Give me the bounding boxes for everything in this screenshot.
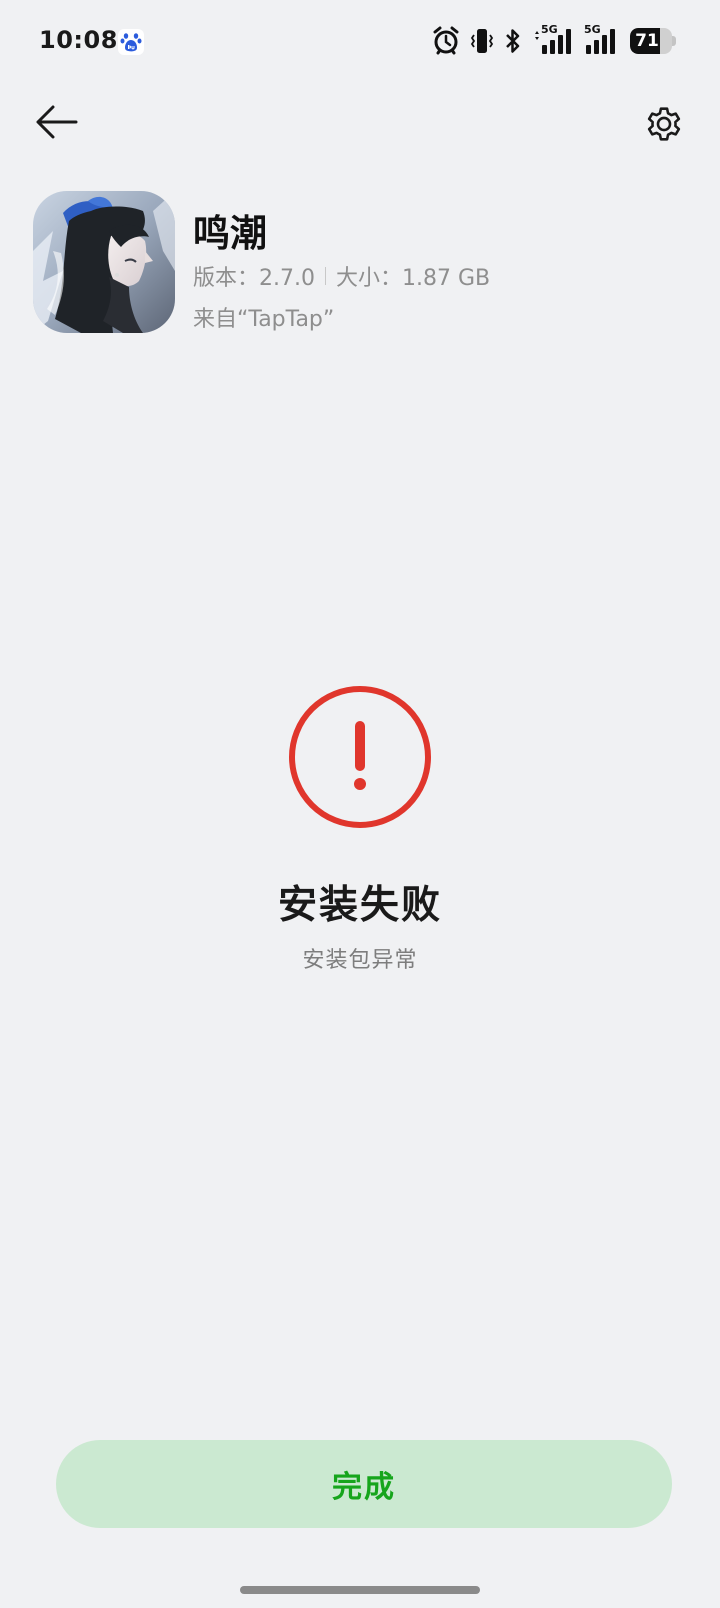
- result-subtitle: 安装包异常: [302, 948, 418, 973]
- network-type-label: 5G: [541, 23, 558, 36]
- battery-level: 71: [635, 31, 659, 51]
- app-size: 大小：1.87 GB: [335, 266, 491, 291]
- settings-button[interactable]: [636, 96, 692, 152]
- app-source: 来自“TapTap”: [193, 307, 335, 332]
- exclamation-circle-icon: [287, 684, 433, 830]
- bluetooth-icon: [504, 27, 522, 55]
- home-indicator[interactable]: [240, 1586, 480, 1594]
- signal-icon: 5G: [584, 23, 620, 56]
- install-result-screen: 10:08 5G 5G 71 鸣潮 版本：2.7.0 大小：1.87 GB 来自…: [0, 0, 720, 1608]
- gear-icon: [647, 107, 681, 141]
- done-button[interactable]: 完成: [56, 1440, 672, 1528]
- app-meta: 版本：2.7.0 大小：1.87 GB: [193, 260, 490, 292]
- app-version: 版本：2.7.0: [193, 266, 315, 291]
- status-time: 10:08: [39, 26, 118, 54]
- status-icons: 5G 5G 71: [432, 23, 676, 58]
- arrow-left-icon: [36, 105, 78, 139]
- status-bar: 10:08 5G 5G 71: [0, 0, 720, 84]
- baidu-icon: [118, 29, 144, 55]
- vibrate-icon: [470, 27, 494, 55]
- battery-icon: 71: [630, 28, 676, 54]
- meta-divider: [324, 267, 326, 285]
- app-icon: [33, 191, 175, 333]
- back-button[interactable]: [30, 96, 82, 148]
- alarm-icon: [432, 26, 460, 56]
- signal-icon: 5G: [532, 23, 574, 56]
- network-type-label: 5G: [584, 23, 601, 36]
- result-title: 安装失败: [277, 883, 442, 928]
- app-name: 鸣潮: [193, 212, 267, 255]
